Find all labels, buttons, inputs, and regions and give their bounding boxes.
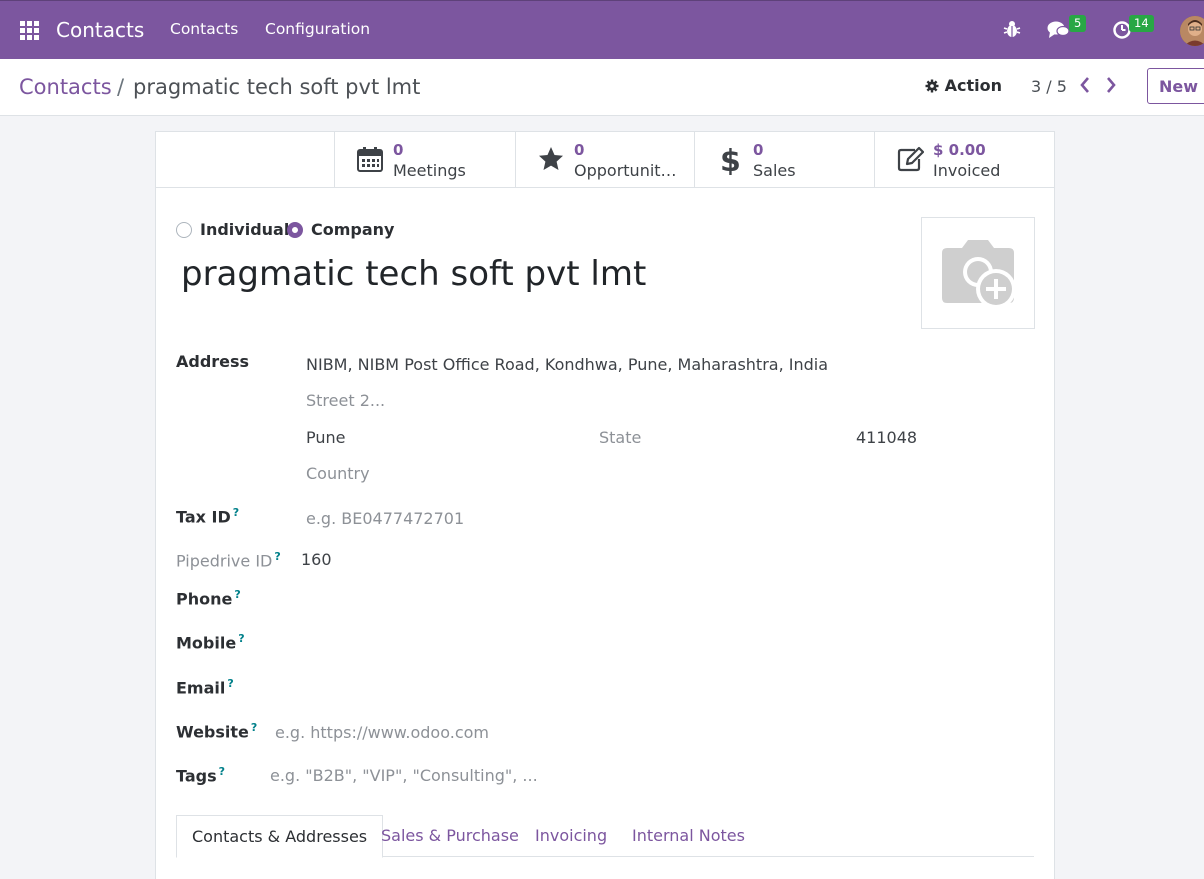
app-menu-grid-icon[interactable]	[20, 21, 39, 40]
pager-next-chevron-icon[interactable]	[1104, 75, 1122, 97]
breadcrumb-contacts-link[interactable]: Contacts	[19, 75, 112, 99]
opportunities-label: Opportunit…	[574, 161, 677, 180]
website-label-text: Website	[176, 722, 249, 742]
debug-bug-icon[interactable]	[1002, 19, 1024, 41]
contact-form-sheet: 0 Meetings 0 Opportunit… $ 0 Sales $ 0.0…	[155, 131, 1055, 879]
tab-invoicing[interactable]: Invoicing	[535, 815, 607, 857]
meetings-label: Meetings	[393, 161, 466, 180]
camera-plus-icon	[942, 240, 1016, 309]
smart-buttons-bar: 0 Meetings 0 Opportunit… $ 0 Sales $ 0.0…	[156, 132, 1054, 188]
opportunities-count: 0	[574, 141, 585, 159]
messages-count-badge: 5	[1069, 15, 1087, 32]
invoiced-smart-button[interactable]: $ 0.00 Invoiced	[874, 132, 1054, 187]
phone-help-icon[interactable]: ?	[234, 588, 240, 601]
tab-contacts-addresses[interactable]: Contacts & Addresses	[176, 815, 384, 858]
breadcrumb-separator: /	[117, 75, 125, 99]
email-help-icon[interactable]: ?	[227, 677, 233, 690]
calendar-icon	[356, 145, 384, 173]
gear-icon	[925, 78, 939, 97]
tax-id-label-text: Tax ID	[176, 507, 231, 527]
tags-label-text: Tags	[176, 766, 217, 786]
new-record-button[interactable]: New	[1147, 68, 1204, 104]
invoiced-label: Invoiced	[933, 161, 1001, 180]
radio-company-label: Company	[311, 220, 395, 239]
website-input[interactable]: e.g. https://www.odoo.com	[275, 723, 489, 742]
mobile-label-text: Mobile	[176, 633, 237, 653]
sales-count: 0	[753, 141, 764, 159]
top-navbar: Contacts Contacts Configuration 5 14	[0, 0, 1204, 59]
country-select[interactable]: Country	[306, 464, 370, 483]
action-button[interactable]: Action	[925, 76, 1002, 97]
invoiced-amount: $ 0.00	[933, 141, 986, 159]
tax-id-label: Tax ID?	[176, 506, 239, 526]
pipedrive-id-value: 160	[301, 550, 332, 569]
action-label: Action	[944, 76, 1002, 95]
breadcrumb-current-record: pragmatic tech soft pvt lmt	[133, 75, 421, 99]
meetings-count: 0	[393, 141, 404, 159]
phone-label-text: Phone	[176, 589, 233, 609]
notebook-tabs: Contacts & Addresses Sales & Purchase In…	[176, 815, 1034, 858]
mobile-help-icon[interactable]: ?	[238, 632, 244, 645]
website-label: Website?	[176, 721, 257, 741]
email-input[interactable]	[306, 677, 906, 697]
sales-smart-button[interactable]: $ 0 Sales	[694, 132, 874, 187]
phone-label: Phone?	[176, 588, 241, 608]
street-input[interactable]: NIBM, NIBM Post Office Road, Kondhwa, Pu…	[306, 355, 828, 374]
radio-company-dot[interactable]	[287, 222, 303, 238]
tab-internal-notes[interactable]: Internal Notes	[632, 815, 745, 857]
messages-chat-icon[interactable]	[1047, 19, 1070, 41]
opportunities-smart-button[interactable]: 0 Opportunit…	[515, 132, 694, 187]
radio-individual-label: Individual	[200, 220, 290, 239]
dollar-icon: $	[716, 144, 744, 179]
sales-label: Sales	[753, 161, 796, 180]
phone-input[interactable]	[306, 588, 906, 608]
partner-image-upload[interactable]	[921, 217, 1035, 329]
control-panel: Contacts / pragmatic tech soft pvt lmt A…	[0, 59, 1204, 116]
mobile-label: Mobile?	[176, 632, 245, 652]
email-label-text: Email	[176, 678, 226, 698]
tags-help-icon[interactable]: ?	[219, 765, 225, 778]
tax-id-help-icon[interactable]: ?	[233, 506, 239, 519]
tags-label: Tags?	[176, 765, 225, 785]
mobile-input[interactable]	[306, 632, 906, 652]
pipedrive-id-label: Pipedrive ID?	[176, 550, 281, 570]
star-icon	[537, 145, 565, 173]
tab-sales-purchase[interactable]: Sales & Purchase	[381, 815, 519, 857]
pipedrive-id-label-text: Pipedrive ID	[176, 551, 273, 571]
menu-contacts[interactable]: Contacts	[170, 20, 238, 38]
tags-input[interactable]: e.g. "B2B", "VIP", "Consulting", ...	[270, 766, 538, 785]
meetings-smart-button[interactable]: 0 Meetings	[334, 132, 515, 187]
partner-name-input[interactable]: pragmatic tech soft pvt lmt	[181, 254, 646, 294]
edit-icon	[896, 145, 925, 173]
city-input[interactable]: Pune	[306, 428, 346, 447]
pager-value[interactable]: 3 / 5	[1031, 77, 1067, 96]
radio-individual-dot[interactable]	[176, 222, 192, 238]
svg-text:$: $	[720, 145, 741, 175]
website-help-icon[interactable]: ?	[251, 721, 257, 734]
app-brand[interactable]: Contacts	[56, 18, 144, 42]
activities-count-badge: 14	[1129, 15, 1154, 32]
zip-input[interactable]: 411048	[856, 428, 917, 447]
pager-previous-chevron-icon[interactable]	[1078, 75, 1096, 97]
menu-configuration[interactable]: Configuration	[265, 20, 370, 38]
email-label: Email?	[176, 677, 234, 697]
tax-id-input[interactable]: e.g. BE0477472701	[306, 509, 464, 528]
address-label: Address	[176, 352, 250, 371]
user-avatar[interactable]	[1180, 16, 1204, 46]
pipedrive-id-help-icon[interactable]: ?	[274, 550, 280, 563]
state-select[interactable]: State	[599, 428, 641, 447]
street2-input[interactable]: Street 2...	[306, 391, 385, 410]
